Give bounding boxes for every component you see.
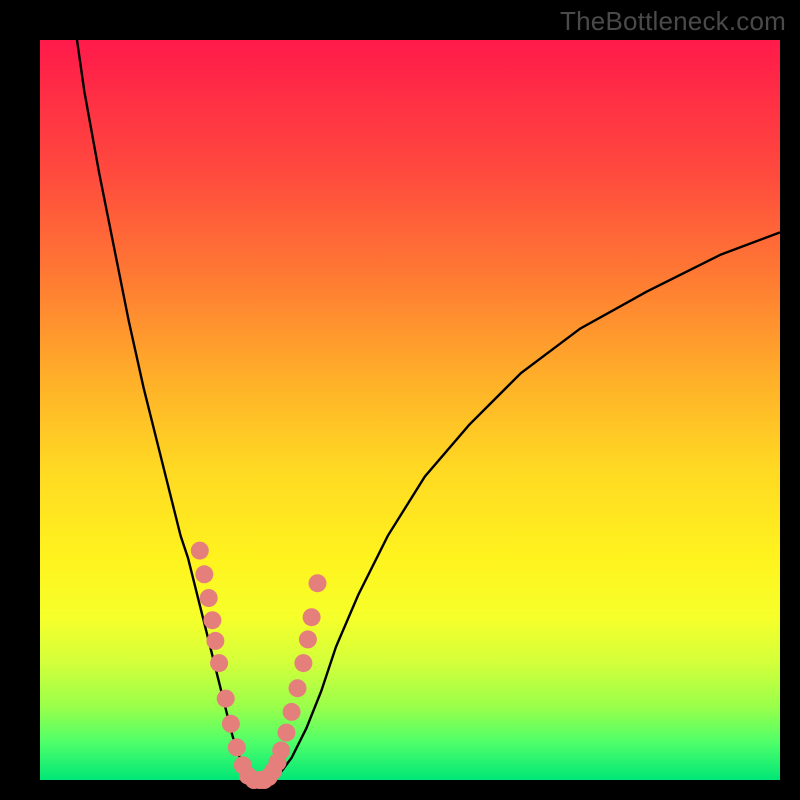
marker-point bbox=[272, 741, 290, 759]
marker-point bbox=[283, 703, 301, 721]
bottleneck-curve bbox=[77, 40, 780, 780]
watermark-text: TheBottleneck.com bbox=[560, 6, 786, 37]
marker-point bbox=[217, 690, 235, 708]
chart-frame: TheBottleneck.com bbox=[0, 0, 800, 800]
marker-point bbox=[228, 738, 246, 756]
marker-point bbox=[309, 574, 327, 592]
marker-point bbox=[195, 565, 213, 583]
marker-point bbox=[222, 715, 240, 733]
plot-area bbox=[40, 40, 780, 780]
marker-point bbox=[206, 632, 224, 650]
marker-point bbox=[203, 611, 221, 629]
marker-point bbox=[210, 654, 228, 672]
marker-point bbox=[299, 630, 317, 648]
marker-point bbox=[277, 724, 295, 742]
marker-point bbox=[191, 542, 209, 560]
marker-point bbox=[289, 679, 307, 697]
curve-svg bbox=[40, 40, 780, 780]
marker-group bbox=[191, 542, 327, 789]
marker-point bbox=[294, 654, 312, 672]
marker-point bbox=[303, 608, 321, 626]
marker-point bbox=[200, 589, 218, 607]
